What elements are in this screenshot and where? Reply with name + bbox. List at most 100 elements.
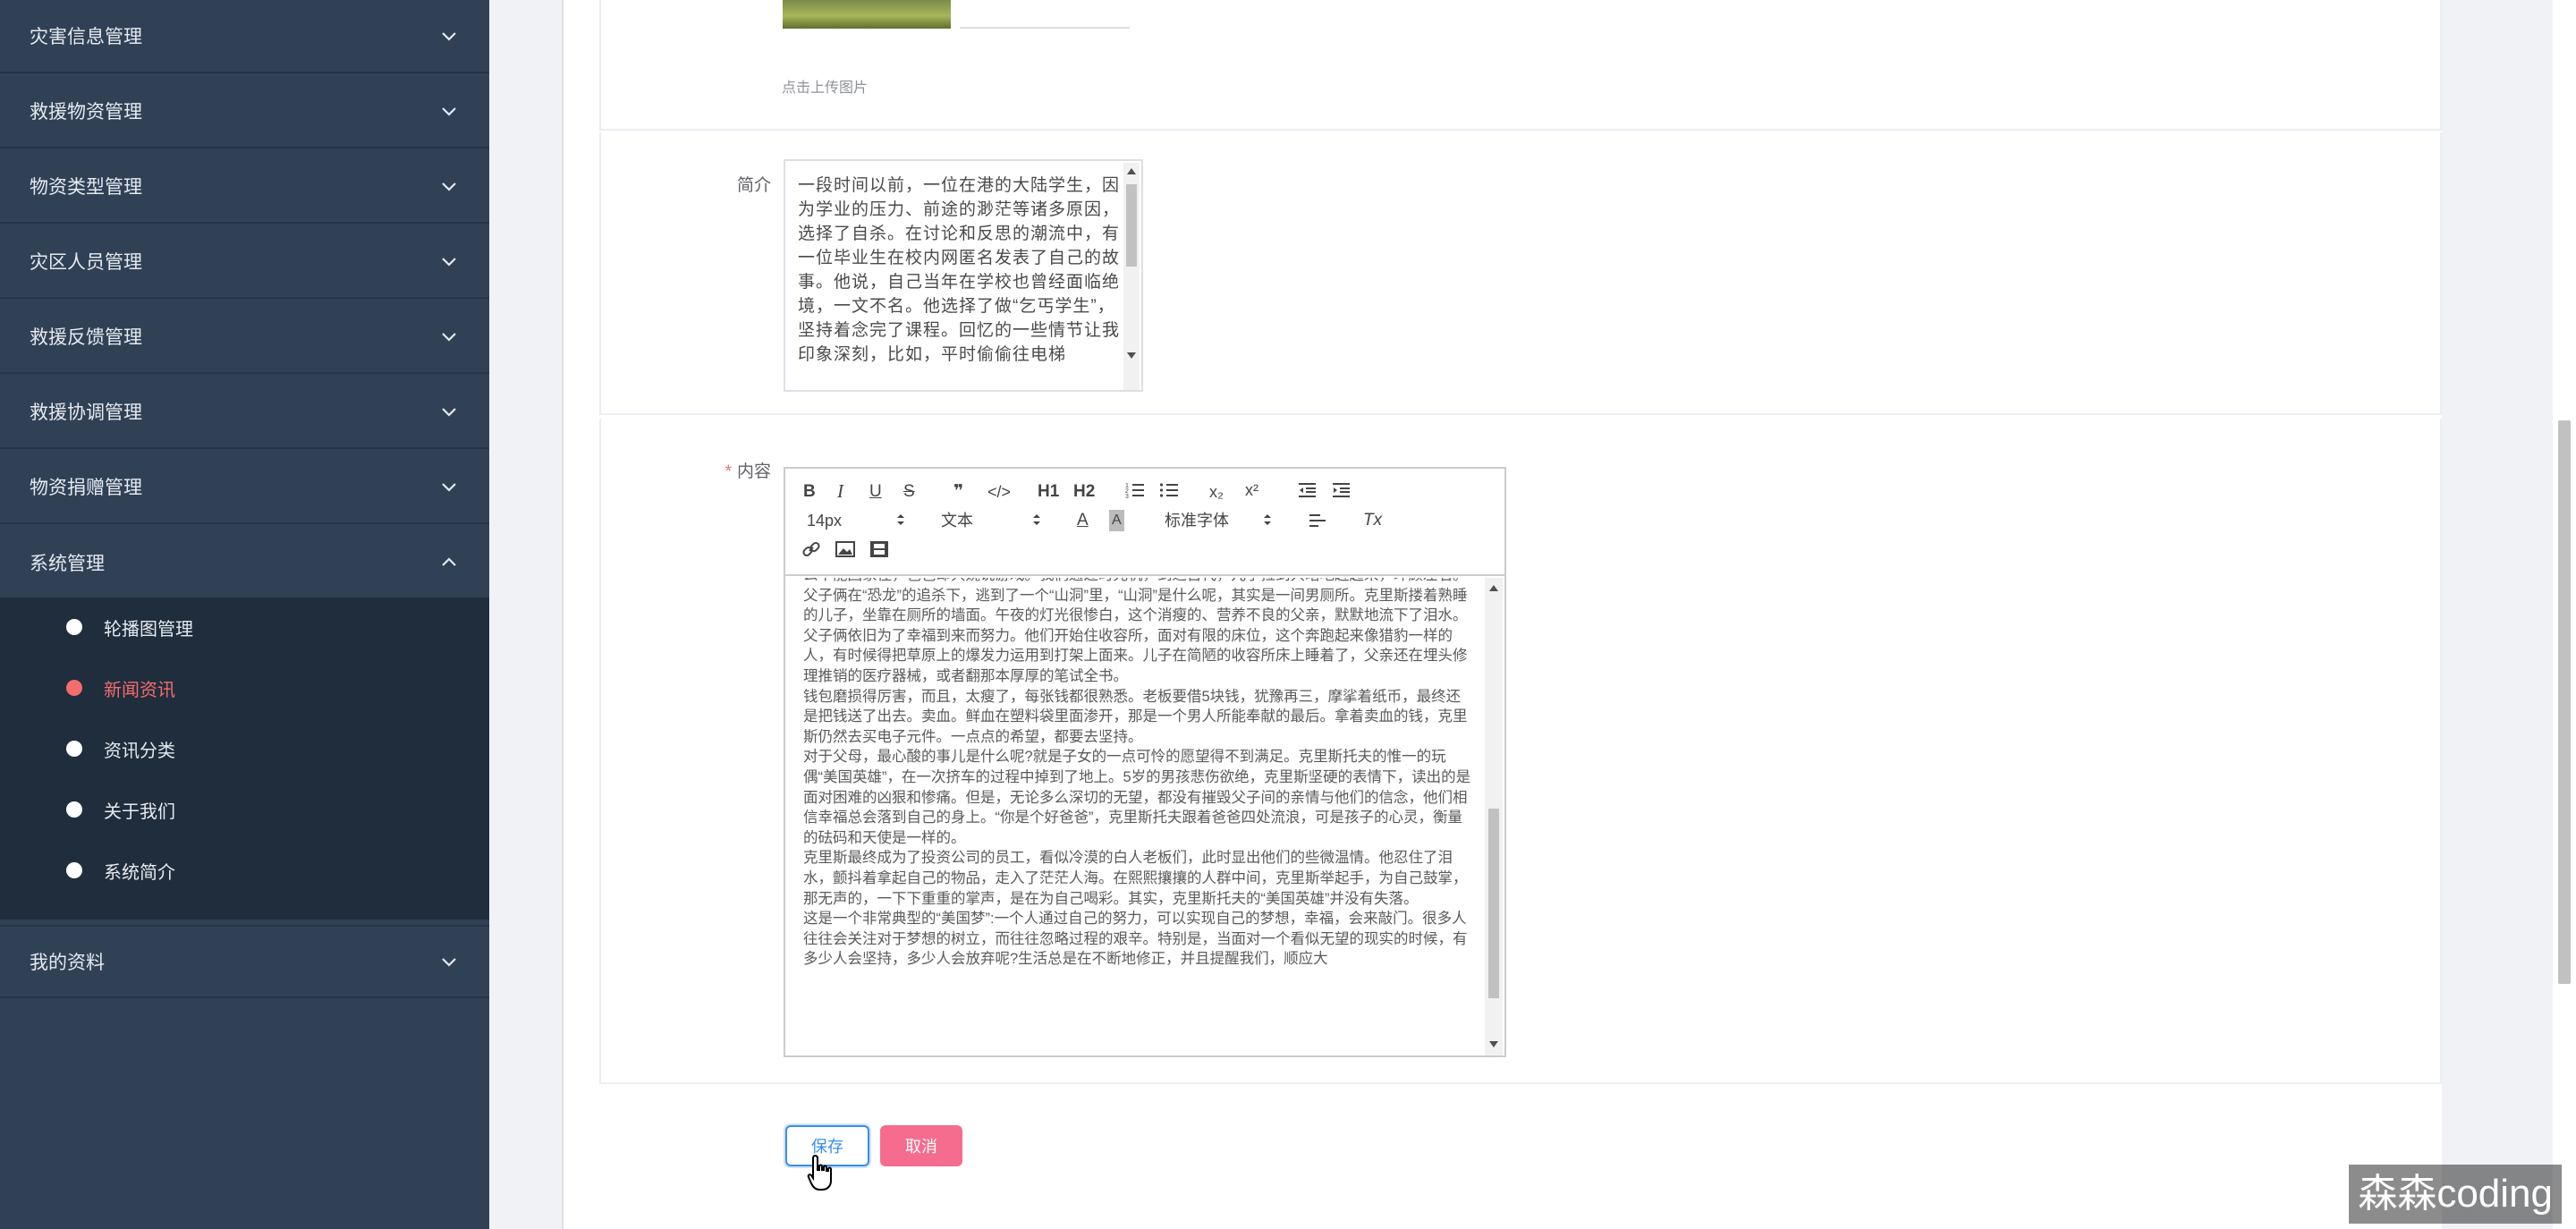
content-label: * 内容: [664, 458, 771, 482]
svg-text:3: 3: [1125, 494, 1129, 499]
menu-label: 物资捐赠管理: [30, 478, 142, 498]
submenu-carousel[interactable]: 轮播图管理: [0, 598, 489, 657]
font-color-button[interactable]: A: [1077, 510, 1089, 531]
uploaded-image-thumbnail[interactable]: [783, 0, 951, 29]
intro-label: 简介: [736, 176, 771, 195]
chevron-down-icon: [442, 32, 456, 41]
scroll-thumb[interactable]: [1126, 184, 1137, 267]
chevron-down-icon: [442, 258, 456, 267]
chevron-up-icon: [442, 557, 456, 566]
content-paragraph: 克里斯最终成为了投资公司的员工，看似冷漠的白人老板们，此时显出他们的些微温情。他…: [803, 850, 1468, 907]
system-submenu: 轮播图管理 新闻资讯 资讯分类 关于我们 系统简介: [0, 598, 489, 920]
scroll-down-icon[interactable]: [1489, 1041, 1498, 1047]
block-format-select[interactable]: 文本: [941, 510, 973, 531]
page-scroll-thumb[interactable]: [2558, 420, 2571, 984]
blockquote-button[interactable]: ❞: [953, 481, 963, 503]
caret-updown-icon: [1033, 514, 1040, 525]
editor-content-area[interactable]: 么不能回家住，爸爸却只婉说游戏。我们通过时光机，到达古代，儿子拉到只暗地赶起来，…: [785, 578, 1504, 1055]
editor-toolbar: B I U S ❞ </> H1 H2 123 x₂ x² 14px 文本 A …: [785, 469, 1504, 576]
menu-label: 物资类型管理: [30, 177, 142, 198]
ordered-list-icon[interactable]: 123: [1125, 481, 1145, 505]
chevron-down-icon: [442, 408, 456, 417]
menu-label: 我的资料: [30, 953, 105, 973]
cancel-button[interactable]: 取消: [880, 1125, 962, 1166]
menu-label: 救援物资管理: [30, 102, 142, 123]
scroll-down-icon[interactable]: [1127, 352, 1136, 359]
caret-updown-icon: [897, 514, 904, 525]
submenu-news[interactable]: 新闻资讯: [0, 658, 489, 717]
menu-donations[interactable]: 物资捐赠管理: [0, 451, 489, 524]
menu-rescue-feedback[interactable]: 救援反馈管理: [0, 301, 489, 374]
menu-my-profile[interactable]: 我的资料: [0, 925, 489, 998]
divider: [960, 27, 1130, 29]
submenu-label: 新闻资讯: [104, 680, 175, 700]
intro-text: 一段时间以前，一位在港的大陆学生，因为学业的压力、前途的渺茫等诸多原因，选择了自…: [798, 176, 1121, 364]
hand-cursor-icon: [807, 1154, 832, 1191]
page-scrollbar[interactable]: [2553, 0, 2576, 1229]
scroll-up-icon[interactable]: [1489, 585, 1498, 591]
menu-label: 救援协调管理: [30, 403, 142, 423]
chevron-down-icon: [442, 333, 456, 342]
menu-rescue-coordination[interactable]: 救援协调管理: [0, 376, 489, 449]
indent-icon[interactable]: [1331, 481, 1351, 505]
underline-button[interactable]: U: [869, 481, 882, 503]
image-icon[interactable]: [835, 540, 855, 564]
chevron-down-icon: [442, 958, 456, 967]
submenu-label: 轮播图管理: [104, 619, 193, 640]
clean-format-button[interactable]: Tx: [1363, 510, 1382, 531]
watermark: 森森coding: [2349, 1165, 2562, 1224]
menu-supply-types[interactable]: 物资类型管理: [0, 150, 489, 224]
code-block-button[interactable]: </>: [987, 481, 1011, 503]
submenu-label: 关于我们: [104, 801, 175, 822]
menu-rescue-supplies[interactable]: 救援物资管理: [0, 75, 489, 148]
menu-label: 系统管理: [30, 554, 105, 574]
menu-disaster-people[interactable]: 灾区人员管理: [0, 225, 489, 299]
bullet-list-icon[interactable]: [1159, 481, 1179, 505]
content-paragraph: 对于父母，最心酸的事儿是什么呢?就是子女的一点可怜的愿望得不到满足。克里斯托夫的…: [803, 749, 1471, 846]
submenu-about[interactable]: 关于我们: [0, 780, 489, 839]
h2-button[interactable]: H2: [1073, 481, 1095, 503]
font-size-select[interactable]: 14px: [807, 510, 842, 531]
chevron-down-icon: [442, 483, 456, 492]
bullet-icon: [66, 862, 82, 878]
caret-updown-icon: [1264, 514, 1271, 525]
intro-textarea[interactable]: 一段时间以前，一位在港的大陆学生，因为学业的压力、前途的渺茫等诸多原因，选择了自…: [784, 159, 1143, 392]
scroll-up-icon[interactable]: [1127, 168, 1136, 174]
outdent-icon[interactable]: [1297, 481, 1317, 505]
chevron-down-icon: [442, 182, 456, 191]
editor-scrollbar[interactable]: [1485, 578, 1503, 1055]
scroll-thumb[interactable]: [1488, 809, 1499, 998]
content-paragraph: 这是一个非常典型的“美国梦”:一个人通过自己的努力，可以实现自己的梦想，幸福，会…: [803, 911, 1468, 968]
superscript-button[interactable]: x²: [1245, 479, 1258, 501]
strike-button[interactable]: S: [903, 481, 915, 503]
chevron-down-icon: [442, 107, 456, 116]
required-mark: *: [724, 462, 732, 481]
link-icon[interactable]: [801, 540, 821, 564]
h1-button[interactable]: H1: [1038, 481, 1059, 503]
content-label-text: 内容: [736, 462, 771, 481]
background-color-button[interactable]: A: [1109, 510, 1124, 531]
intro-scrollbar[interactable]: [1123, 163, 1140, 390]
font-family-select[interactable]: 标准字体: [1165, 510, 1229, 531]
submenu-label: 系统简介: [104, 862, 175, 883]
menu-label: 灾害信息管理: [30, 27, 142, 47]
content-paragraph: 么不能回家住，爸爸却只婉说游戏。我们通过时光机，到达古代，儿子拉到只暗地赶起来，…: [803, 578, 1468, 624]
menu-label: 灾区人员管理: [30, 252, 142, 273]
video-icon[interactable]: [869, 540, 889, 564]
upload-hint[interactable]: 点击上传图片: [782, 75, 868, 97]
align-icon[interactable]: [1308, 512, 1327, 536]
bullet-icon: [66, 680, 82, 696]
subscript-button[interactable]: x₂: [1209, 481, 1224, 503]
submenu-system-intro[interactable]: 系统简介: [0, 841, 489, 900]
rich-text-editor[interactable]: B I U S ❞ </> H1 H2 123 x₂ x² 14px 文本 A …: [784, 467, 1506, 1057]
content-paragraph: 钱包磨损得厉害，而且，太瘦了，每张钱都很熟悉。老板要借5块钱，犹豫再三，摩挲着纸…: [803, 688, 1468, 745]
menu-system[interactable]: 系统管理: [0, 526, 489, 599]
italic-button[interactable]: I: [837, 480, 843, 502]
bullet-icon: [66, 741, 82, 757]
menu-disaster-info[interactable]: 灾害信息管理: [0, 0, 489, 73]
sidebar: 灾害信息管理 救援物资管理 物资类型管理 灾区人员管理 救援反馈管理 救援协调管…: [0, 0, 489, 1229]
bold-button[interactable]: B: [803, 481, 816, 503]
submenu-label: 资讯分类: [104, 741, 175, 761]
submenu-news-category[interactable]: 资讯分类: [0, 719, 489, 778]
menu-label: 救援反馈管理: [30, 327, 142, 348]
